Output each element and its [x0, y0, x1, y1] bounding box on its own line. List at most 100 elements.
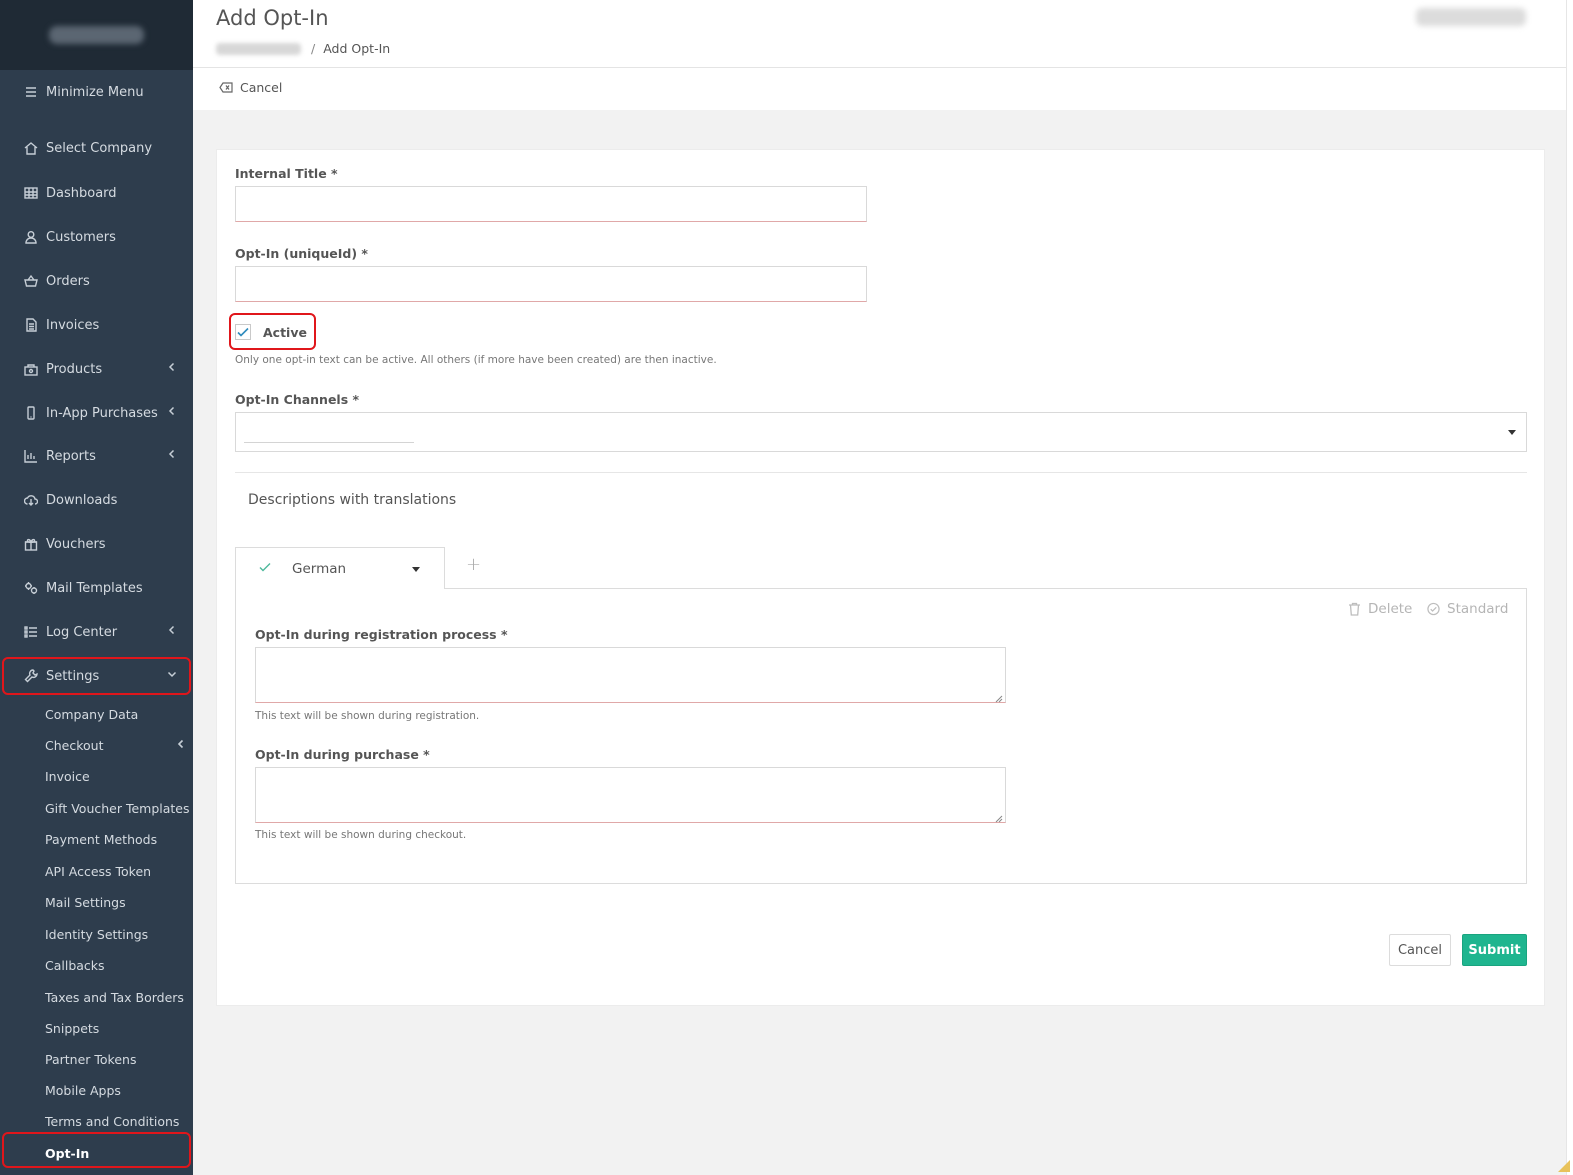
caret-down-icon — [412, 567, 420, 572]
breadcrumb-parent-link[interactable] — [216, 42, 301, 55]
sidebar-subitem-payment-methods[interactable]: Payment Methods — [0, 825, 193, 853]
optin-channels-select[interactable] — [235, 412, 1527, 452]
sidebar-item-invoices[interactable]: Invoices — [0, 307, 193, 343]
trash-icon — [1349, 602, 1360, 616]
internal-title-input[interactable] — [235, 186, 867, 222]
sidebar-item-label: Downloads — [46, 492, 118, 508]
chevron-left-icon — [167, 361, 181, 375]
sidebar-item-dashboard[interactable]: Dashboard — [0, 175, 193, 211]
sidebar-subitem-partner-tokens[interactable]: Partner Tokens — [0, 1045, 193, 1073]
sidebar-subitem-invoice[interactable]: Invoice — [0, 762, 193, 790]
sidebar-item-vouchers[interactable]: Vouchers — [0, 526, 193, 562]
check-circle-icon — [1427, 602, 1440, 616]
company-logo[interactable] — [0, 0, 193, 70]
minimize-menu-button[interactable]: Minimize Menu — [0, 74, 193, 110]
active-checkbox-row[interactable]: Active — [235, 324, 307, 340]
breadcrumb: / Add Opt-In — [216, 41, 390, 56]
sidebar-item-label: Mail Templates — [46, 580, 143, 596]
user-icon — [23, 229, 39, 245]
resize-corner-icon — [1558, 1160, 1570, 1172]
sidebar-item-label: In-App Purchases — [46, 405, 158, 421]
sidebar-subitem-identity-settings[interactable]: Identity Settings — [0, 920, 193, 948]
sidebar-item-settings[interactable]: Settings — [0, 658, 193, 694]
sidebar-subitem-snippets[interactable]: Snippets — [0, 1014, 193, 1042]
gift-icon — [23, 536, 39, 552]
sidebar-item-mail-templates[interactable]: Mail Templates — [0, 570, 193, 606]
header-cancel-label: Cancel — [240, 80, 283, 95]
sidebar-subitem-terms-and-conditions[interactable]: Terms and Conditions — [0, 1107, 193, 1135]
download-icon — [23, 492, 39, 508]
sidebar-subitem-opt-in[interactable]: Opt-In — [0, 1139, 193, 1167]
header-cancel-button[interactable]: Cancel — [219, 80, 282, 95]
chevron-left-icon — [167, 448, 181, 462]
checkmark-icon — [237, 327, 249, 337]
sidebar-item-reports[interactable]: Reports — [0, 438, 193, 474]
standard-button[interactable]: Standard — [1427, 601, 1508, 617]
check-icon — [258, 560, 272, 578]
resize-grip-icon[interactable] — [995, 692, 1003, 703]
sidebar-item-label: Orders — [46, 273, 90, 289]
wrench-icon — [23, 668, 39, 684]
backspace-icon — [219, 82, 233, 93]
sidebar-subitem-taxes-and-tax-borders[interactable]: Taxes and Tax Borders — [0, 983, 193, 1011]
sidebar-subitem-gift-voucher-templates[interactable]: Gift Voucher Templates — [0, 794, 193, 822]
sidebar-subitem-api-access-token[interactable]: API Access Token — [0, 857, 193, 885]
submit-button[interactable]: Submit — [1462, 934, 1527, 966]
home-icon — [23, 140, 39, 156]
chevron-left-icon — [167, 624, 181, 638]
descriptions-section-title: Descriptions with translations — [248, 492, 457, 508]
optin-uniqueid-input[interactable] — [235, 266, 867, 302]
registration-label: Opt-In during registration process * — [255, 627, 508, 642]
tab-german[interactable]: German — [235, 547, 445, 589]
purchase-label: Opt-In during purchase * — [255, 747, 430, 762]
purchase-textarea[interactable] — [255, 767, 1006, 823]
delete-button[interactable]: Delete — [1348, 601, 1412, 617]
hamburger-icon — [23, 84, 39, 100]
sidebar-item-customers[interactable]: Customers — [0, 219, 193, 255]
chart-icon — [23, 448, 39, 464]
table-icon — [23, 185, 39, 201]
purchase-help-text: This text will be shown during checkout. — [255, 829, 467, 841]
sidebar-item-orders[interactable]: Orders — [0, 263, 193, 299]
active-checkbox[interactable] — [235, 324, 251, 340]
sidebar-item-log-center[interactable]: Log Center — [0, 614, 193, 650]
mobile-icon — [23, 405, 39, 421]
document-icon — [23, 317, 39, 333]
cancel-button[interactable]: Cancel — [1389, 934, 1451, 966]
add-language-button[interactable]: + — [466, 554, 481, 575]
sidebar-subitem-mobile-apps[interactable]: Mobile Apps — [0, 1076, 193, 1104]
products-icon — [23, 361, 39, 377]
sidebar-item-products[interactable]: Products — [0, 351, 193, 387]
sidebar-item-downloads[interactable]: Downloads — [0, 482, 193, 518]
sidebar-subitem-checkout[interactable]: Checkout — [0, 731, 193, 759]
sidebar-item-in-app-purchases[interactable]: In-App Purchases — [0, 395, 193, 431]
sidebar-subitem-company-data[interactable]: Company Data — [0, 700, 193, 728]
registration-textarea[interactable] — [255, 647, 1006, 703]
sidebar-item-label: Vouchers — [46, 536, 106, 552]
optin-channels-label: Opt-In Channels * — [235, 392, 360, 407]
sidebar-item-label: Customers — [46, 229, 116, 245]
sidebar-item-label: Select Company — [46, 140, 153, 156]
internal-title-label: Internal Title * — [235, 166, 338, 181]
channels-search-field[interactable] — [244, 442, 414, 443]
scrollbar[interactable] — [1566, 0, 1573, 1175]
user-menu[interactable] — [1416, 8, 1526, 26]
standard-label: Standard — [1447, 601, 1509, 617]
sidebar-subitem-mail-settings[interactable]: Mail Settings — [0, 888, 193, 916]
sidebar-item-label: Dashboard — [46, 185, 117, 201]
chevron-left-icon — [167, 405, 181, 419]
sidebar-item-label: Reports — [46, 448, 96, 464]
sidebar-subitem-callbacks[interactable]: Callbacks — [0, 951, 193, 979]
sidebar: Minimize Menu Select Company Dashboard C… — [0, 0, 193, 1175]
tab-language-label: German — [292, 560, 347, 577]
optin-uniqueid-label: Opt-In (uniqueId) * — [235, 246, 368, 261]
sidebar-item-label: Log Center — [46, 624, 118, 640]
page-header: Add Opt-In / Add Opt-In — [193, 0, 1566, 68]
sidebar-item-select-company[interactable]: Select Company — [0, 130, 193, 166]
resize-grip-icon[interactable] — [995, 812, 1003, 823]
opt-in-form-card: Internal Title * Opt-In (uniqueId) * Act… — [216, 149, 1545, 1006]
list-icon — [23, 624, 39, 640]
translation-panel: Delete Standard Opt-In during registrati… — [235, 588, 1527, 884]
sidebar-item-label: Products — [46, 361, 103, 377]
delete-label: Delete — [1368, 601, 1413, 617]
